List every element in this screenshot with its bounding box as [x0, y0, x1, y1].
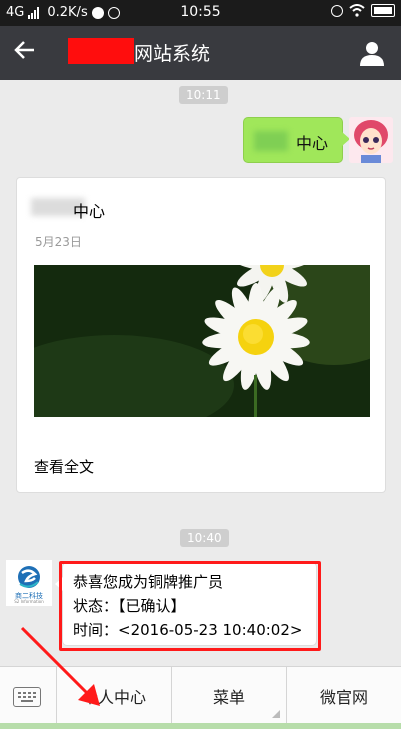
- article-card[interactable]: 中心 5月23日 查看全文: [16, 177, 386, 493]
- menu-item-label: 菜单: [212, 687, 245, 707]
- bottom-strip: [0, 723, 401, 729]
- menu-item-label: 个人中心: [81, 687, 146, 707]
- logo-subtext: S2 Information: [14, 599, 44, 604]
- person-icon[interactable]: [359, 40, 385, 66]
- menu-item-micro-site[interactable]: 微官网: [287, 667, 401, 724]
- menu-item-personal-center[interactable]: 个人中心: [57, 667, 172, 724]
- timestamp: 10:40: [180, 529, 229, 547]
- blurred-text: [254, 131, 288, 151]
- daisy-photo: [34, 265, 370, 417]
- timestamp: 10:11: [179, 86, 228, 104]
- menu-item-label: 微官网: [319, 687, 368, 707]
- menu-item-menu[interactable]: 菜单: [172, 667, 287, 724]
- avatar-cartoon-icon: [349, 117, 393, 163]
- redaction-block: [68, 38, 134, 64]
- page-title: 网站系统: [134, 43, 211, 65]
- article-cover-image: [34, 265, 370, 417]
- article-date: 5月23日: [35, 235, 82, 249]
- article-title: 中心: [73, 202, 106, 221]
- outgoing-message[interactable]: 中心: [243, 117, 350, 163]
- back-arrow-icon[interactable]: [14, 38, 36, 62]
- battery-icon: [371, 4, 395, 17]
- read-more-link[interactable]: 查看全文: [34, 456, 94, 477]
- alarm-icon: [331, 4, 343, 17]
- keyboard-toggle[interactable]: [0, 667, 57, 724]
- bottom-menu-bar: 个人中心 菜单 微官网: [0, 666, 401, 724]
- official-account-avatar[interactable]: 商二科技 S2 Information: [6, 560, 52, 606]
- user-avatar[interactable]: [349, 117, 393, 163]
- wifi-icon: [349, 4, 365, 17]
- outgoing-message-text: 中心: [296, 134, 329, 153]
- highlight-box: [59, 561, 321, 651]
- chat-header: 网站系统: [0, 26, 401, 80]
- status-bar: 4G 0.2K/s 10:55: [0, 0, 401, 26]
- keyboard-icon: [13, 687, 41, 707]
- submenu-indicator-icon: [272, 710, 280, 718]
